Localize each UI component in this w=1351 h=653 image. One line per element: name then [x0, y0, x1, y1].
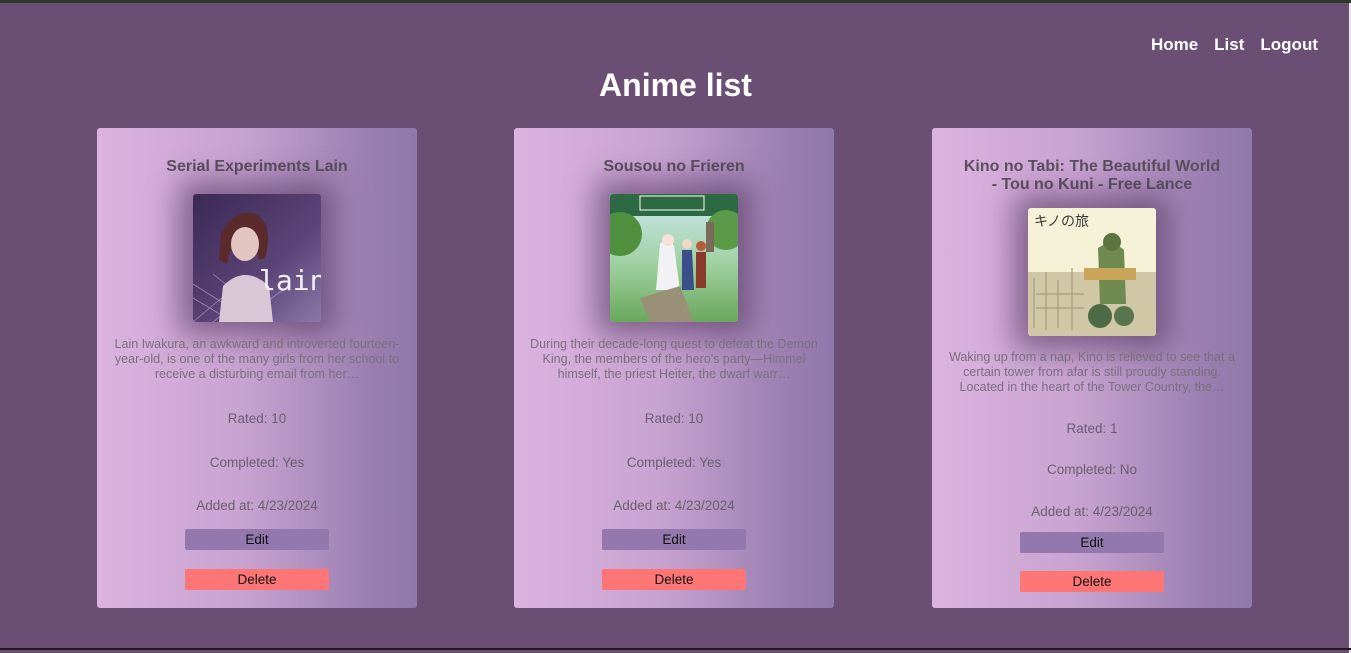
anime-description: Lain Iwakura, an awkward and introverted…: [114, 337, 400, 381]
edit-button[interactable]: Edit: [185, 529, 329, 550]
anime-card: Kino no Tabi: The Beautiful World - Tou …: [932, 128, 1252, 608]
edit-button[interactable]: Edit: [1020, 532, 1164, 553]
anime-card: Serial Experiments Lain lain Lain Iwakur…: [97, 128, 417, 608]
page-title: Anime list: [599, 67, 752, 103]
poster-art: lain: [193, 194, 321, 322]
anime-poster-image: キノの旅: [1028, 208, 1156, 336]
anime-rating: Rated: 10: [644, 411, 704, 426]
anime-poster-image: [610, 194, 738, 322]
anime-title: Sousou no Frieren: [603, 158, 745, 175]
anime-completed-status: Completed: No: [1046, 462, 1138, 477]
anime-rating: Rated: 1: [1066, 421, 1118, 436]
delete-button[interactable]: Delete: [602, 569, 746, 590]
anime-rating: Rated: 10: [227, 411, 287, 426]
anime-completed-status: Completed: Yes: [626, 455, 722, 470]
anime-added-date: Added at: 4/23/2024: [613, 498, 735, 513]
nav-home-link[interactable]: Home: [1151, 35, 1198, 55]
anime-added-date: Added at: 4/23/2024: [1031, 504, 1153, 519]
delete-button[interactable]: Delete: [185, 569, 329, 590]
poster-title-text: lain: [259, 264, 321, 297]
anime-card: Sousou no Frieren During their decade-lo…: [514, 128, 834, 608]
poster-art: キノの旅: [1028, 208, 1156, 336]
nav-logout-link[interactable]: Logout: [1260, 35, 1318, 55]
poster-title-text: キノの旅: [1034, 214, 1089, 230]
poster-art: [610, 194, 738, 322]
anime-title: Serial Experiments Lain: [166, 158, 348, 175]
anime-added-date: Added at: 4/23/2024: [196, 498, 318, 513]
top-nav: Home List Logout: [1151, 35, 1318, 55]
anime-title: Kino no Tabi: The Beautiful World - Tou …: [963, 158, 1221, 193]
nav-list-link[interactable]: List: [1214, 35, 1244, 55]
anime-completed-status: Completed: Yes: [209, 455, 305, 470]
edit-button[interactable]: Edit: [602, 529, 746, 550]
anime-description: During their decade-long quest to defeat…: [530, 337, 818, 381]
anime-poster-image: lain: [193, 194, 321, 322]
anime-description: Waking up from a nap, Kino is relieved t…: [949, 350, 1235, 394]
delete-button[interactable]: Delete: [1020, 571, 1164, 592]
